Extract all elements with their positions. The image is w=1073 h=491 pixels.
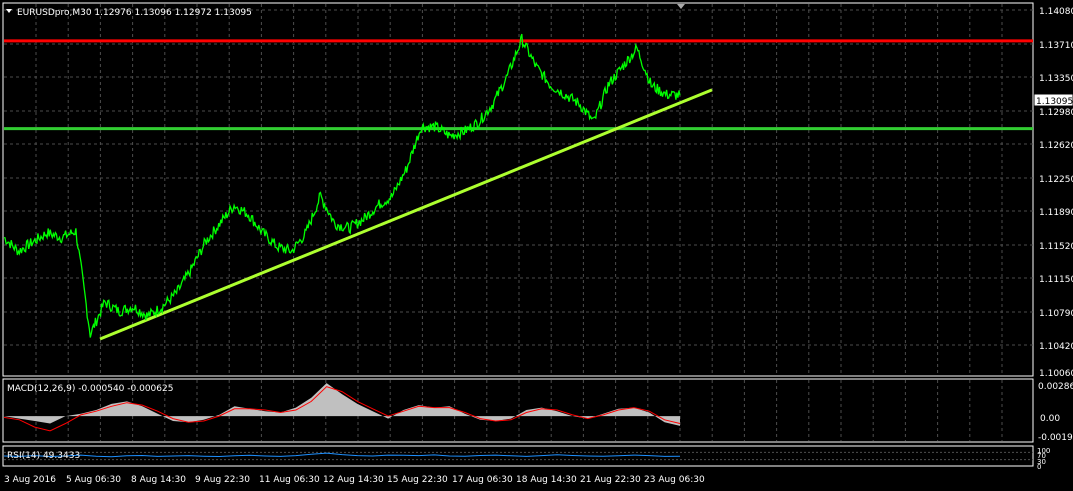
main-price-panel[interactable] [2, 2, 1034, 377]
price-tick: 1.13710 [1039, 41, 1073, 51]
current-price-label: 1.13095 [1036, 97, 1073, 107]
price-tick: 1.11520 [1039, 242, 1073, 252]
symbol-info: EURUSDpro,M30 1.12976 1.13096 1.12972 1.… [17, 8, 252, 18]
dropdown-arrow-icon[interactable] [6, 9, 12, 13]
trading-chart[interactable]: EURUSDpro,M30 1.12976 1.13096 1.12972 1.… [0, 0, 1073, 491]
rsi-tick: 0 [1037, 463, 1041, 471]
price-tick: 1.12620 [1039, 141, 1073, 151]
time-tick: 15 Aug 22:30 [387, 475, 448, 485]
price-line [3, 33, 681, 338]
grid-lines [4, 4, 1033, 441]
chart-shift-icon[interactable] [677, 4, 685, 9]
time-tick: 17 Aug 06:30 [452, 475, 513, 485]
price-tick: 1.11150 [1039, 275, 1073, 285]
macd-tick: -0.00195 [1038, 433, 1073, 443]
time-tick: 12 Aug 14:30 [323, 475, 384, 485]
rsi-line [3, 452, 681, 458]
time-tick: 23 Aug 06:30 [644, 475, 705, 485]
rsi-title: RSI(14) 49.3433 [7, 451, 80, 461]
time-tick: 3 Aug 2016 [4, 475, 56, 485]
price-tick: 1.12250 [1039, 175, 1073, 185]
price-tick: 1.11890 [1039, 208, 1073, 218]
time-tick: 9 Aug 22:30 [195, 475, 250, 485]
macd-tick: 0.00 [1040, 414, 1060, 424]
price-tick: 1.13350 [1039, 74, 1073, 84]
time-tick: 8 Aug 14:30 [131, 475, 186, 485]
price-axis: 1.14080 1.13710 1.13350 1.12980 1.12620 … [1039, 7, 1073, 379]
macd-tick: 0.002869 [1038, 382, 1073, 392]
price-tick: 1.10420 [1039, 342, 1073, 352]
time-axis: 3 Aug 2016 5 Aug 06:30 8 Aug 14:30 9 Aug… [4, 475, 705, 485]
price-tick: 1.14080 [1039, 7, 1073, 17]
time-tick: 5 Aug 06:30 [66, 475, 121, 485]
rsi-series [3, 451, 1033, 461]
macd-title: MACD(12,26,9) -0.000540 -0.000625 [7, 384, 173, 394]
time-tick: 18 Aug 14:30 [516, 475, 577, 485]
price-tick: 1.10790 [1039, 309, 1073, 319]
price-tick: 1.12980 [1039, 108, 1073, 118]
time-tick: 21 Aug 22:30 [580, 475, 641, 485]
time-tick: 11 Aug 06:30 [259, 475, 320, 485]
price-tick: 1.10060 [1039, 369, 1073, 379]
price-series [3, 33, 681, 338]
